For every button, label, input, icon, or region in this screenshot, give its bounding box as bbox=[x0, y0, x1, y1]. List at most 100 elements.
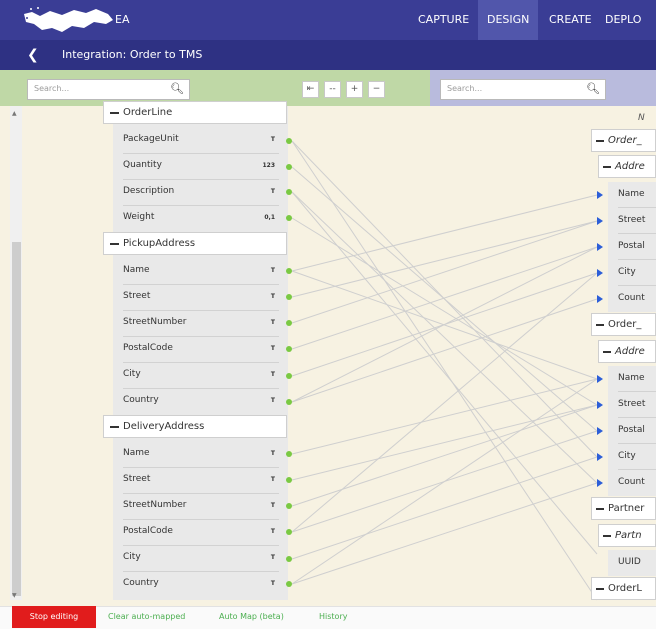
target-field[interactable]: Postal bbox=[608, 418, 656, 444]
target-connector-arrow-icon[interactable] bbox=[597, 243, 603, 251]
collapse-icon[interactable] bbox=[110, 112, 119, 114]
source-connector-dot[interactable] bbox=[286, 138, 292, 144]
field-label: StreetNumber bbox=[123, 317, 187, 327]
target-search-input[interactable]: Search... 🔍︎ bbox=[440, 79, 606, 100]
target-field[interactable]: City bbox=[608, 444, 656, 470]
target-connector-arrow-icon[interactable] bbox=[597, 401, 603, 409]
collapse-icon[interactable] bbox=[110, 426, 119, 428]
target-field[interactable]: Name bbox=[608, 182, 656, 208]
target-group[interactable]: OrderL bbox=[591, 577, 656, 600]
collapse-icon[interactable] bbox=[603, 535, 611, 537]
target-field[interactable]: Postal bbox=[608, 234, 656, 260]
field-label: City bbox=[618, 267, 636, 277]
source-field[interactable]: PostalCode T bbox=[113, 520, 279, 546]
target-connector-arrow-icon[interactable] bbox=[597, 479, 603, 487]
source-connector-dot[interactable] bbox=[286, 556, 292, 562]
field-label: City bbox=[123, 552, 141, 562]
source-connector-dot[interactable] bbox=[286, 399, 292, 405]
source-connector-dot[interactable] bbox=[286, 503, 292, 509]
target-connector-arrow-icon[interactable] bbox=[597, 295, 603, 303]
source-connector-dot[interactable] bbox=[286, 215, 292, 221]
source-connector-dot[interactable] bbox=[286, 268, 292, 274]
target-field[interactable]: Count bbox=[608, 286, 656, 312]
nav-design[interactable]: DESIGN bbox=[478, 0, 539, 40]
app-logo[interactable] bbox=[22, 6, 116, 36]
source-connector-dot[interactable] bbox=[286, 346, 292, 352]
target-subgroup[interactable]: Addre bbox=[598, 340, 656, 363]
source-connector-dot[interactable] bbox=[286, 529, 292, 535]
target-field[interactable]: Street bbox=[608, 208, 656, 234]
source-connector-dot[interactable] bbox=[286, 373, 292, 379]
collapse-icon[interactable] bbox=[596, 324, 604, 326]
target-field[interactable]: UUID bbox=[608, 550, 656, 576]
target-field[interactable]: Street bbox=[608, 392, 656, 418]
target-field[interactable]: Count bbox=[608, 470, 656, 496]
target-group[interactable]: Order_ bbox=[591, 313, 656, 336]
collapse-icon[interactable] bbox=[603, 351, 611, 353]
history-button[interactable]: History bbox=[319, 612, 347, 621]
source-connector-dot[interactable] bbox=[286, 189, 292, 195]
source-group-pickupaddress[interactable]: PickupAddress bbox=[103, 232, 287, 255]
source-field[interactable]: Name T bbox=[113, 442, 279, 468]
source-field[interactable]: Description T bbox=[113, 180, 279, 206]
field-label: Country bbox=[123, 578, 159, 588]
target-connector-arrow-icon[interactable] bbox=[597, 217, 603, 225]
clear-auto-mapped-button[interactable]: Clear auto-mapped bbox=[108, 612, 185, 621]
source-field[interactable]: StreetNumber T bbox=[113, 311, 279, 337]
source-field[interactable]: Street T bbox=[113, 285, 279, 311]
target-connector-arrow-icon[interactable] bbox=[597, 453, 603, 461]
stop-editing-button[interactable]: Stop editing bbox=[12, 606, 96, 628]
collapse-icon[interactable] bbox=[596, 140, 604, 142]
source-field[interactable]: Name T bbox=[113, 259, 279, 285]
source-field[interactable]: PostalCode T bbox=[113, 337, 279, 363]
source-field[interactable]: StreetNumber T bbox=[113, 494, 279, 520]
field-label: PostalCode bbox=[123, 526, 173, 536]
target-subgroup[interactable]: Addre bbox=[598, 155, 656, 178]
collapse-icon[interactable] bbox=[596, 508, 604, 510]
source-connector-dot[interactable] bbox=[286, 477, 292, 483]
nav-deploy[interactable]: DEPLO bbox=[596, 0, 650, 40]
source-group-orderline[interactable]: OrderLine bbox=[103, 101, 287, 124]
search-icon[interactable]: 🔍︎ bbox=[170, 82, 184, 95]
target-field[interactable]: Name bbox=[608, 366, 656, 392]
search-icon[interactable]: 🔍︎ bbox=[586, 82, 600, 95]
source-field[interactable]: PackageUnit T bbox=[113, 128, 279, 154]
source-field[interactable]: Quantity 123 bbox=[113, 154, 279, 180]
source-search-input[interactable]: Search... 🔍︎ bbox=[27, 79, 190, 100]
nav-create[interactable]: CREATE bbox=[540, 0, 601, 40]
nav-capture[interactable]: CAPTURE bbox=[409, 0, 478, 40]
source-group-deliveryaddress[interactable]: DeliveryAddress bbox=[103, 415, 287, 438]
zoom-out-button[interactable]: − bbox=[368, 81, 385, 98]
target-connector-arrow-icon[interactable] bbox=[597, 269, 603, 277]
dashed-line-button[interactable]: -- bbox=[324, 81, 341, 98]
source-field[interactable]: Weight 0,1 bbox=[113, 206, 279, 232]
source-connector-dot[interactable] bbox=[286, 320, 292, 326]
zoom-in-button[interactable]: + bbox=[346, 81, 363, 98]
target-group[interactable]: Order_ bbox=[591, 129, 656, 152]
source-connector-dot[interactable] bbox=[286, 294, 292, 300]
target-search-placeholder: Search... bbox=[447, 84, 483, 93]
target-connector-arrow-icon[interactable] bbox=[597, 427, 603, 435]
source-connector-dot[interactable] bbox=[286, 451, 292, 457]
source-field[interactable]: Country T bbox=[113, 572, 279, 598]
field-label: Street bbox=[618, 399, 646, 409]
back-arrow-icon[interactable]: ❮ bbox=[27, 47, 39, 63]
collapse-icon[interactable] bbox=[596, 588, 604, 590]
target-connector-arrow-icon[interactable] bbox=[597, 191, 603, 199]
target-subgroup[interactable]: Partn bbox=[598, 524, 656, 547]
collapse-icon[interactable] bbox=[110, 243, 119, 245]
target-connector-arrow-icon[interactable] bbox=[597, 375, 603, 383]
source-field[interactable]: Country T bbox=[113, 389, 279, 415]
target-group[interactable]: Partner bbox=[591, 497, 656, 520]
source-field[interactable]: Street T bbox=[113, 468, 279, 494]
field-label: PackageUnit bbox=[123, 134, 179, 144]
target-field[interactable]: City bbox=[608, 260, 656, 286]
source-connector-dot[interactable] bbox=[286, 164, 292, 170]
auto-map-button[interactable]: Auto Map (beta) bbox=[219, 612, 284, 621]
source-connector-dot[interactable] bbox=[286, 581, 292, 587]
collapse-all-button[interactable]: ⇤ bbox=[302, 81, 319, 98]
text-type-icon: T bbox=[270, 476, 275, 483]
source-field[interactable]: City T bbox=[113, 546, 279, 572]
source-field[interactable]: City T bbox=[113, 363, 279, 389]
collapse-icon[interactable] bbox=[603, 166, 611, 168]
